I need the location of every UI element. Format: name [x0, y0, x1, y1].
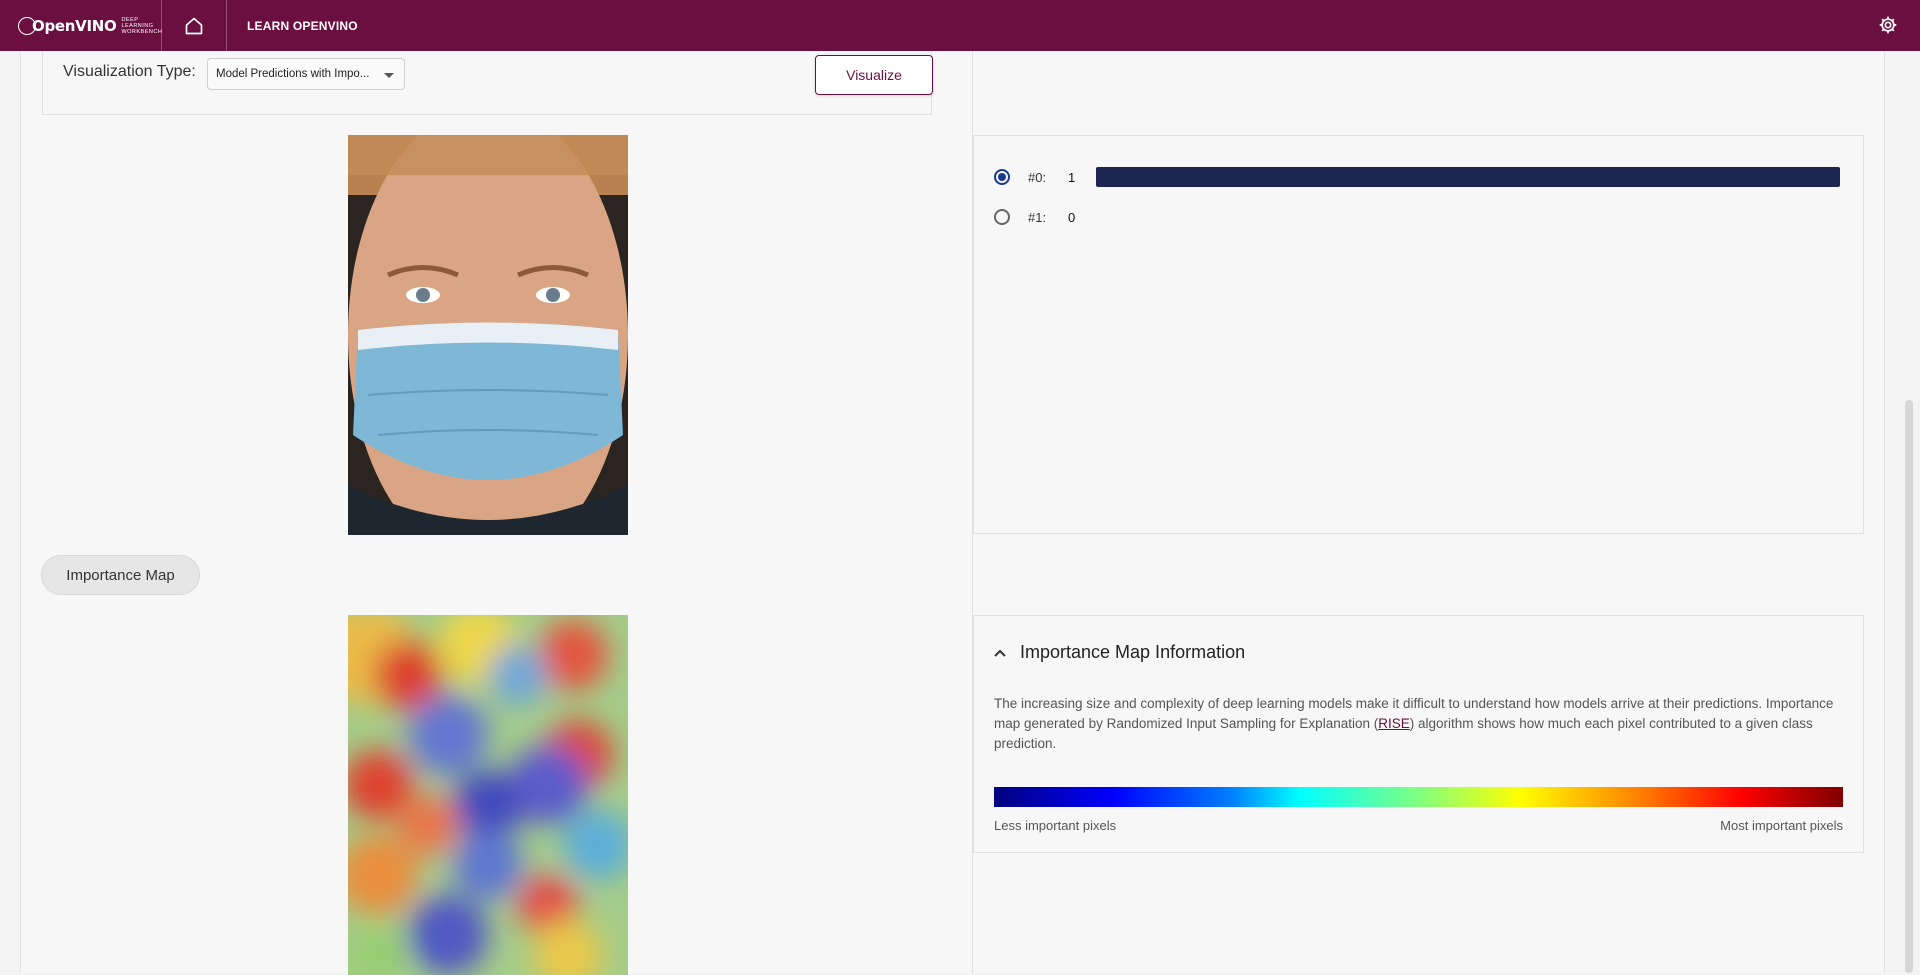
- importance-map-info-title: Importance Map Information: [1020, 642, 1246, 662]
- importance-map-chip[interactable]: Importance Map: [41, 555, 200, 595]
- top-navigation-bar: OpenVINO Deep Learning Workbench LEARN O…: [0, 0, 1920, 51]
- predictions-panel: #0: 1 #1: 0: [973, 135, 1864, 534]
- importance-color-scale: [994, 787, 1843, 807]
- visualization-toolbar: Visualization Type: Model Predictions wi…: [42, 51, 933, 115]
- home-icon: [185, 17, 203, 34]
- prediction-radio-selected[interactable]: [994, 169, 1010, 185]
- prediction-value: 0: [1068, 209, 1076, 225]
- logo-mark: OpenVINO: [18, 16, 117, 35]
- most-important-label: Most important pixels: [1720, 818, 1843, 833]
- importance-map-info-toggle[interactable]: Importance Map Information: [994, 642, 1245, 663]
- less-important-label: Less important pixels: [994, 818, 1117, 833]
- prediction-row[interactable]: #1: 0: [994, 207, 1840, 227]
- prediction-key: #1:: [1028, 209, 1047, 225]
- visualization-type-value: Model Predictions with Impo...: [216, 68, 370, 80]
- logo-text: OpenVINO: [32, 16, 117, 35]
- prediction-key: #0:: [1028, 169, 1047, 185]
- logo-subtitle-line2: Workbench: [121, 28, 163, 35]
- prediction-value: 1: [1068, 169, 1076, 185]
- prediction-radio[interactable]: [994, 209, 1010, 225]
- logo-subtitle: Deep Learning Workbench: [121, 17, 162, 35]
- home-button[interactable]: [162, 0, 227, 51]
- openvino-logo[interactable]: OpenVINO Deep Learning Workbench: [0, 0, 162, 51]
- logo-subtitle-line1: Deep Learning: [121, 16, 154, 29]
- page-content: Visualization Type: Model Predictions wi…: [20, 51, 1885, 975]
- visualization-type-label: Visualization Type:: [63, 63, 196, 80]
- visualization-type-select[interactable]: Model Predictions with Impo...: [207, 58, 405, 90]
- importance-map-description: The increasing size and complexity of de…: [994, 694, 1844, 754]
- prediction-bar: [1096, 207, 1840, 227]
- importance-map-info-panel: Importance Map Information The increasin…: [973, 615, 1864, 853]
- prediction-bar-fill: [1096, 167, 1840, 187]
- prediction-bar: [1096, 167, 1840, 187]
- learn-openvino-link[interactable]: LEARN OPENVINO: [227, 19, 358, 33]
- visualize-button[interactable]: Visualize: [815, 55, 933, 95]
- input-image: [348, 135, 628, 535]
- prediction-row[interactable]: #0: 1: [994, 167, 1840, 187]
- chevron-down-icon: [384, 73, 394, 78]
- chevron-up-icon: [994, 649, 1006, 657]
- page-scrollbar[interactable]: [1905, 400, 1913, 973]
- rise-link[interactable]: RISE: [1378, 716, 1410, 731]
- gear-icon[interactable]: [1878, 15, 1898, 35]
- importance-heatmap-image: [348, 615, 628, 975]
